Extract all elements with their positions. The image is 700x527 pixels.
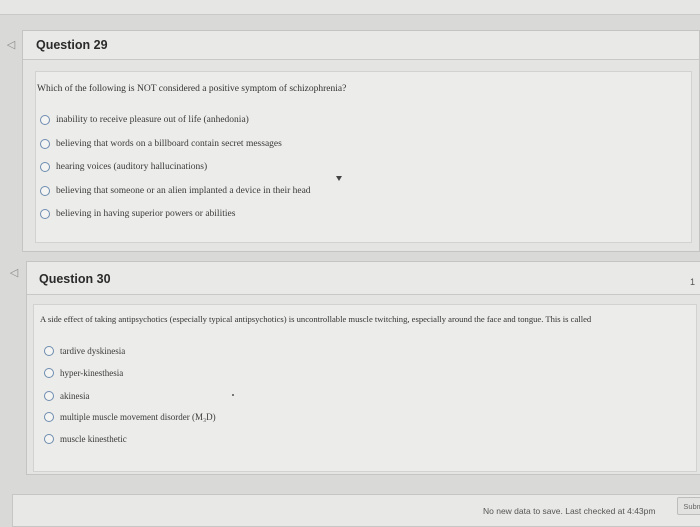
answer-option[interactable]: believing in having superior powers or a… (40, 209, 235, 219)
radio-icon[interactable] (40, 139, 50, 149)
answer-label: hearing voices (auditory hallucinations) (56, 162, 208, 172)
answer-label: believing in having superior powers or a… (56, 209, 236, 219)
answer-label: akinesia (60, 391, 90, 401)
answer-label: believing that someone or an alien impla… (56, 186, 311, 196)
radio-icon[interactable] (44, 368, 54, 378)
answer-label: muscle kinesthetic (60, 434, 127, 444)
answer-option[interactable]: akinesia (44, 391, 90, 401)
radio-icon[interactable] (44, 346, 54, 356)
save-status-text: No new data to save. Last checked at 4:4… (483, 506, 656, 516)
answer-option[interactable]: believing that someone or an alien impla… (40, 186, 311, 196)
answer-label: believing that words on a billboard cont… (56, 139, 282, 149)
top-bar (0, 0, 700, 15)
answer-label: multiple muscle movement disorder (M₃D) (60, 412, 216, 422)
flag-icon[interactable]: ◁ (3, 38, 19, 52)
question-text: Which of the following is NOT considered… (37, 84, 347, 94)
answer-option[interactable]: tardive dyskinesia (44, 346, 125, 356)
question-text: A side effect of taking antipsychotics (… (40, 314, 592, 324)
question-29-card: Question 29 Which of the following is NO… (22, 30, 700, 252)
save-status-bar: No new data to save. Last checked at 4:4… (12, 494, 700, 527)
radio-icon[interactable] (44, 434, 54, 444)
submit-button[interactable]: Submit (677, 497, 700, 515)
page-number-fragment: 1 (690, 277, 696, 287)
question-header (23, 31, 699, 60)
radio-icon[interactable] (40, 115, 50, 125)
mouse-cursor-icon (336, 176, 342, 181)
answer-label: tardive dyskinesia (60, 346, 126, 356)
radio-icon[interactable] (40, 186, 50, 196)
question-body (33, 304, 697, 472)
flag-icon[interactable]: ◁ (6, 266, 22, 280)
answer-option[interactable]: hearing voices (auditory hallucinations) (40, 162, 207, 172)
answer-option[interactable]: believing that words on a billboard cont… (40, 139, 282, 149)
answer-option[interactable]: inability to receive pleasure out of lif… (40, 115, 249, 125)
question-30-card: Question 30 A side effect of taking anti… (26, 261, 700, 475)
question-header (27, 262, 700, 295)
answer-option[interactable]: muscle kinesthetic (44, 434, 127, 444)
radio-icon[interactable] (40, 209, 50, 219)
radio-icon[interactable] (44, 391, 54, 401)
radio-icon[interactable] (40, 162, 50, 172)
answer-option[interactable]: multiple muscle movement disorder (M₃D) (44, 412, 216, 422)
question-title: Question 30 (39, 272, 111, 286)
radio-icon[interactable] (44, 412, 54, 422)
answer-label: inability to receive pleasure out of lif… (56, 115, 249, 125)
cursor-dot (232, 394, 234, 396)
answer-option[interactable]: hyper-kinesthesia (44, 368, 123, 378)
question-title: Question 29 (36, 38, 108, 52)
answer-label: hyper-kinesthesia (60, 368, 124, 378)
